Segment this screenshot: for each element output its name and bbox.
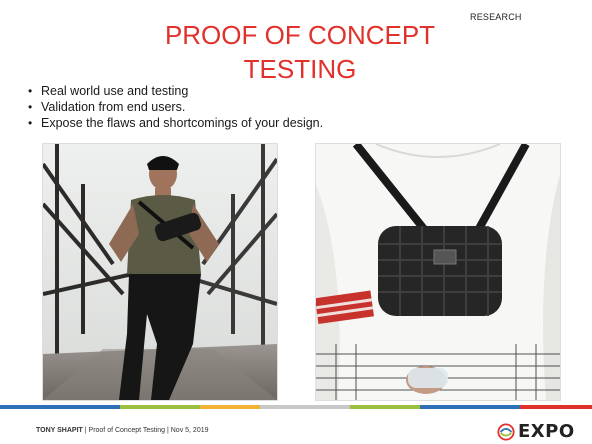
slide: RESEARCH PROOF OF CONCEPT TESTING Real w… (0, 0, 592, 444)
bullet-item: Expose the flaws and shortcomings of you… (26, 115, 323, 131)
bullet-item: Real world use and testing (26, 83, 323, 99)
section-tag: RESEARCH (470, 12, 522, 22)
expo-logo: EXPO (497, 420, 575, 444)
footer-bar-segment (200, 405, 260, 409)
expo-logo-mark-icon (497, 423, 515, 441)
footer-bar-segment (420, 405, 520, 409)
photo-man-running (42, 143, 278, 401)
footer-bar-segment (350, 405, 420, 409)
footer-details: | Proof of Concept Testing | Nov 5, 2019 (82, 427, 209, 434)
footer-bar-segment (0, 405, 120, 409)
photo-man-chest-sling-icon (316, 144, 560, 400)
footer-bar-segment (260, 405, 350, 409)
expo-logo-text: EXPO (518, 421, 575, 442)
footer-bar-segment (520, 405, 592, 409)
footer-bar-segment (120, 405, 200, 409)
photo-man-running-icon (43, 144, 277, 400)
bullet-item: Validation from end users. (26, 99, 323, 115)
footer-color-bar (0, 405, 592, 409)
bullet-list: Real world use and testing Validation fr… (26, 83, 323, 131)
footer-text: TONY SHAPIT | Proof of Concept Testing |… (36, 427, 209, 434)
photo-man-chest-sling (315, 143, 561, 401)
footer-presenter: TONY SHAPIT (36, 427, 83, 434)
slide-title: PROOF OF CONCEPT TESTING (164, 20, 436, 84)
